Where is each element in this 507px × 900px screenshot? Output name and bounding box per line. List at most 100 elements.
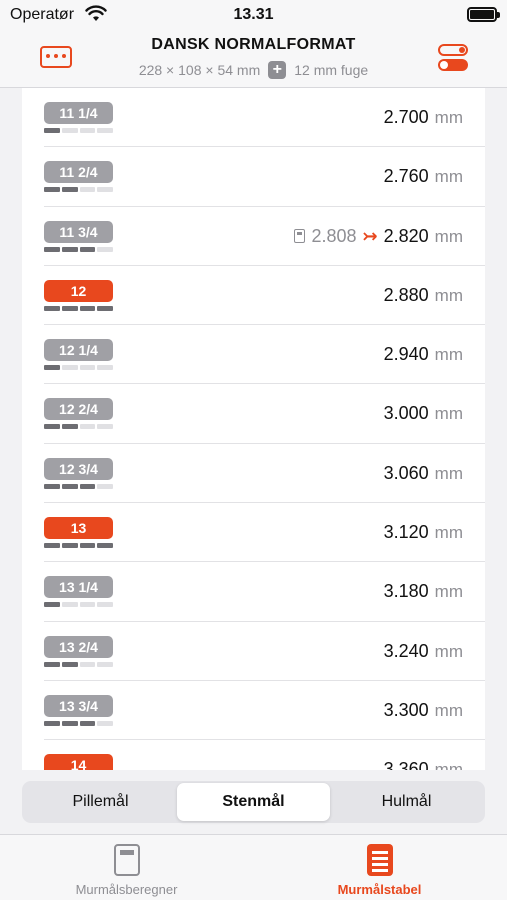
table-row[interactable]: 11 3/4 2.808 ↣ 2.820 mm [44, 207, 485, 266]
quarter-segment [44, 187, 60, 193]
settings-toggle-button[interactable] [438, 44, 470, 72]
segment-hulmal[interactable]: Hulmål [330, 783, 483, 821]
quarter-indicator [44, 483, 113, 489]
nav-header: DANSK NORMALFORMAT 228 × 108 × 54 mm + 1… [0, 30, 507, 88]
measurement-value: 2.808 ↣ 2.820 mm [294, 226, 463, 247]
quarter-segment [97, 187, 113, 193]
table-row[interactable]: 12 2/4 3.000 mm [44, 384, 485, 444]
value-unit: mm [434, 404, 463, 424]
quarter-segment [61, 305, 78, 311]
mode-segmented-control[interactable]: Pillemål Stenmål Hulmål [22, 781, 485, 823]
toggle-icon [438, 44, 468, 56]
course-count-badge: 13 2/4 [44, 635, 113, 658]
row-container: 11 1/4 2.700 mm 11 2/4 2.760 mm 11 3/4 2.808 ↣ 2.… [22, 88, 485, 770]
quarter-indicator [44, 128, 113, 133]
tab-murmalsberegner[interactable]: Murmålsberegner [0, 835, 253, 900]
segment-pillemal[interactable]: Pillemål [24, 783, 177, 821]
rounding-arrow-icon: ↣ [362, 225, 378, 246]
course-count-badge: 14 [44, 754, 113, 770]
clock: 13.31 [233, 6, 274, 23]
table-row[interactable]: 11 1/4 2.700 mm [44, 88, 485, 148]
quarter-segment [44, 720, 60, 726]
value-number: 3.060 [383, 462, 429, 483]
value-number: 3.120 [383, 522, 429, 543]
plus-icon: + [268, 61, 287, 79]
quarter-segment [79, 602, 96, 608]
segment-stenmal[interactable]: Stenmål [177, 783, 330, 821]
quarter-segment [79, 305, 96, 311]
table-row[interactable]: 13 3/4 3.300 mm [44, 681, 485, 741]
measurement-value: 3.060 mm [384, 463, 463, 484]
quarter-segment [44, 246, 60, 252]
quarter-segment [97, 661, 113, 667]
quarter-segment [61, 602, 78, 608]
quarter-indicator [44, 602, 113, 608]
quarter-segment [61, 543, 78, 549]
course-count-badge: 12 2/4 [44, 398, 113, 421]
table-row[interactable]: 12 3/4 3.060 mm [44, 444, 485, 504]
table-row[interactable]: 12 2.880 mm [44, 266, 485, 326]
quarter-segment [97, 305, 113, 311]
quarter-indicator [44, 661, 113, 667]
quarter-segment [97, 424, 113, 430]
measurement-value: 3.180 mm [384, 581, 463, 602]
value-unit: mm [434, 641, 463, 661]
measurement-value: 2.760 mm [384, 166, 463, 187]
table-row[interactable]: 11 2/4 2.760 mm [44, 147, 485, 207]
course-count-badge: 12 1/4 [44, 339, 113, 362]
quarter-indicator [44, 365, 113, 371]
page-title: DANSK NORMALFORMAT [151, 36, 356, 53]
measurement-table[interactable]: 11 1/4 2.700 mm 11 2/4 2.760 mm 11 3/4 2.808 ↣ 2.… [22, 88, 485, 770]
course-count-badge: 12 [44, 279, 113, 302]
value-number: 2.700 [383, 107, 429, 127]
quarter-segment [61, 246, 78, 252]
table-row[interactable]: 14 3.360 mm [44, 740, 485, 770]
quarter-segment [61, 720, 78, 726]
quarter-segment [79, 720, 96, 726]
value-number: 2.820 [383, 225, 429, 246]
quarter-segment [44, 483, 60, 489]
value-unit: mm [434, 226, 463, 246]
measurement-value: 3.300 mm [384, 700, 463, 721]
quarter-segment [44, 543, 60, 549]
quarter-segment [79, 483, 96, 489]
quarter-indicator [44, 543, 113, 549]
brick-dimensions: 228 × 108 × 54 mm [138, 62, 261, 78]
course-count-badge: 13 1/4 [44, 576, 113, 599]
quarter-segment [97, 602, 113, 608]
tab-label: Murmålstabel [337, 882, 422, 897]
value-unit: mm [434, 700, 463, 720]
tab-murmalstabel[interactable]: Murmålstabel [253, 835, 506, 900]
value-number: 3.300 [383, 699, 429, 720]
value-unit: mm [434, 463, 463, 483]
value-unit: mm [434, 167, 463, 187]
value-number: 3.360 [383, 759, 429, 770]
measurement-value: 2.940 mm [384, 344, 463, 365]
calculated-value: 2.808 [311, 225, 357, 246]
course-count-badge: 11 2/4 [44, 161, 113, 184]
quarter-segment [61, 483, 78, 489]
quarter-segment [79, 128, 96, 133]
quarter-segment [79, 543, 96, 549]
value-unit: mm [434, 108, 463, 127]
measurement-value: 3.000 mm [384, 403, 463, 424]
quarter-segment [79, 187, 96, 193]
quarter-indicator [44, 246, 113, 252]
table-row[interactable]: 13 1/4 3.180 mm [44, 562, 485, 622]
table-row[interactable]: 13 2/4 3.240 mm [44, 622, 485, 681]
table-row[interactable]: 12 1/4 2.940 mm [44, 325, 485, 385]
course-count-badge: 13 [44, 517, 113, 540]
quarter-indicator [44, 187, 113, 193]
measurement-value: 2.880 mm [384, 285, 463, 306]
course-count-badge: 13 3/4 [44, 694, 113, 717]
value-unit: mm [434, 582, 463, 602]
quarter-segment [61, 128, 78, 133]
value-unit: mm [434, 760, 463, 770]
value-unit: mm [434, 523, 463, 543]
tab-label: Murmålsberegner [75, 882, 178, 897]
quarter-segment [79, 365, 96, 371]
measurement-value: 3.360 mm [384, 759, 463, 770]
quarter-segment [44, 661, 60, 667]
table-row[interactable]: 13 3.120 mm [44, 503, 485, 563]
quarter-segment [97, 246, 113, 252]
